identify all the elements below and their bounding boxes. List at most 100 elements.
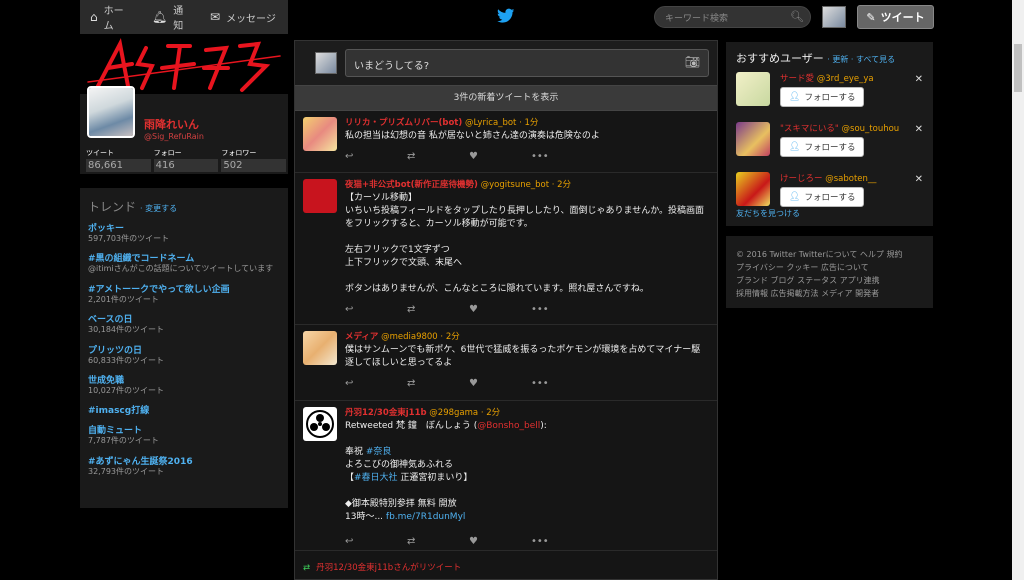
- dismiss-icon[interactable]: ✕: [915, 124, 923, 135]
- tweet-author-handle[interactable]: @Lyrica_bot: [465, 118, 516, 128]
- suggested-user-name[interactable]: けーじろー: [780, 174, 823, 184]
- change-trends-link[interactable]: · 変更する: [140, 204, 177, 213]
- reply-icon[interactable]: ↩: [345, 378, 407, 389]
- trend-item[interactable]: 世成免職 10,027件のツイート: [88, 373, 280, 396]
- new-tweets-bar[interactable]: 3件の新着ツイートを表示: [295, 85, 717, 111]
- footer-line[interactable]: © 2016 Twitter Twitterについて ヘルプ 規約: [736, 248, 923, 261]
- tweet[interactable]: メディア @media9800 · 2分 僕はサンムーンでも新ポケ、6世代で猛威…: [295, 325, 717, 401]
- search-icon[interactable]: 🔍︎: [790, 10, 804, 23]
- trend-item[interactable]: ベースの日 30,184件のツイート: [88, 312, 280, 335]
- tweet-time[interactable]: · 2分: [552, 180, 571, 190]
- tweet-author-name[interactable]: メディア: [345, 332, 378, 342]
- like-icon[interactable]: ♥: [469, 304, 531, 315]
- compose-input[interactable]: いまどうしてる? 📷︎: [345, 49, 709, 77]
- footer-line[interactable]: 採用情報 広告掲載方法 メディア 開発者: [736, 287, 923, 300]
- tweet-avatar[interactable]: [303, 407, 337, 441]
- suggested-user-avatar[interactable]: [736, 172, 770, 206]
- tweet-author-handle[interactable]: @media9800: [381, 332, 438, 342]
- camera-icon[interactable]: 📷︎: [685, 55, 700, 69]
- trend-item[interactable]: #あずにゃん生誕祭2016 32,793件のツイート: [88, 454, 280, 477]
- trend-title[interactable]: 自動ミュート: [88, 423, 280, 436]
- suggested-user-name[interactable]: "スキマにいる": [780, 124, 839, 134]
- stat-tweets[interactable]: ツイート 86,661: [86, 148, 151, 172]
- hashtag-link[interactable]: #奈良: [366, 447, 392, 457]
- nav-messages[interactable]: ✉ メッセージ: [200, 0, 288, 34]
- tweet[interactable]: 丹羽12/30金東j11b @298gama · 2分 Retweeted 梵 …: [295, 401, 717, 551]
- footer-line[interactable]: ブランド ブログ ステータス アプリ連携: [736, 274, 923, 287]
- trend-title[interactable]: プリッツの日: [88, 343, 280, 356]
- stat-followers[interactable]: フォロワー 502: [221, 148, 287, 172]
- trend-title[interactable]: ベースの日: [88, 312, 280, 325]
- hashtag-link[interactable]: #春日大社: [354, 473, 398, 483]
- search-input[interactable]: キーワード検索 🔍︎: [654, 6, 811, 28]
- reply-icon[interactable]: ↩: [345, 151, 407, 162]
- nav-home[interactable]: ⌂ ホーム: [80, 0, 142, 34]
- tweet-avatar[interactable]: [303, 331, 337, 365]
- like-icon[interactable]: ♥: [469, 378, 531, 389]
- trend-title[interactable]: ポッキー: [88, 221, 280, 234]
- tweet-time[interactable]: · 2分: [440, 332, 459, 342]
- follow-button[interactable]: 👤︎ フォローする: [780, 87, 865, 107]
- reply-icon[interactable]: ↩: [345, 536, 407, 547]
- tweet-time[interactable]: · 1分: [519, 118, 538, 128]
- tweet[interactable]: 夜猫+非公式bot(新作正座待機勢) @yogitsune_bot · 2分 【…: [295, 173, 717, 325]
- follow-button[interactable]: 👤︎ フォローする: [780, 137, 865, 157]
- footer-line[interactable]: プライバシー クッキー 広告について: [736, 261, 923, 274]
- dismiss-icon[interactable]: ✕: [915, 74, 923, 85]
- profile-avatar[interactable]: [87, 86, 135, 138]
- dismiss-icon[interactable]: ✕: [915, 174, 923, 185]
- retweet-icon[interactable]: ⇄: [407, 378, 469, 389]
- like-icon[interactable]: ♥: [469, 536, 531, 547]
- trend-item[interactable]: #imascg打線: [88, 403, 280, 416]
- tweet-avatar[interactable]: [303, 117, 337, 151]
- retweet-context-text[interactable]: 丹羽12/30金東j11bさんがリツイート: [316, 563, 461, 573]
- like-icon[interactable]: ♥: [469, 151, 531, 162]
- retweet-icon[interactable]: ⇄: [407, 304, 469, 315]
- trend-title[interactable]: #あずにゃん生誕祭2016: [88, 454, 280, 467]
- reply-icon[interactable]: ↩: [345, 304, 407, 315]
- scrollbar-thumb[interactable]: [1014, 44, 1022, 92]
- trend-title[interactable]: #黒の組織でコードネーム: [88, 251, 280, 264]
- more-icon[interactable]: •••: [531, 378, 593, 389]
- follow-button[interactable]: 👤︎ フォローする: [780, 187, 865, 207]
- nav-notifications[interactable]: 🔔︎ 通知: [142, 0, 200, 34]
- tweet-time[interactable]: · 2分: [481, 408, 500, 418]
- trend-title[interactable]: #アメトーークでやって欲しい企画: [88, 282, 280, 295]
- trend-item[interactable]: ポッキー 597,703件のツイート: [88, 221, 280, 244]
- trend-item[interactable]: プリッツの日 60,833件のツイート: [88, 343, 280, 366]
- profile-banner[interactable]: [80, 34, 288, 94]
- suggested-user-handle[interactable]: @saboten__: [825, 174, 876, 184]
- twitter-bird-icon[interactable]: [497, 8, 515, 24]
- suggested-user-handle[interactable]: @3rd_eye_ya: [817, 74, 874, 84]
- page-scrollbar[interactable]: [1012, 0, 1024, 580]
- trend-item[interactable]: 自動ミュート 7,787件のツイート: [88, 423, 280, 446]
- mention-link[interactable]: @Bonsho_bell: [477, 421, 540, 431]
- tweet-button[interactable]: ✎ ツイート: [857, 5, 934, 29]
- tweet-avatar[interactable]: [303, 179, 337, 213]
- more-icon[interactable]: •••: [531, 536, 593, 547]
- trend-item[interactable]: #黒の組織でコードネーム @itimiさんがこの話題についてツイートしています: [88, 251, 280, 274]
- tweet-author-handle[interactable]: @yogitsune_bot: [481, 180, 549, 190]
- more-icon[interactable]: •••: [531, 304, 593, 315]
- trend-title[interactable]: #imascg打線: [88, 403, 280, 416]
- trend-title[interactable]: 世成免職: [88, 373, 280, 386]
- retweet-icon[interactable]: ⇄: [407, 536, 469, 547]
- refresh-view-all-links[interactable]: · 更新 · すべて見る: [827, 55, 895, 64]
- profile-name[interactable]: 雨降れいん: [144, 116, 199, 132]
- tweet-author-name[interactable]: リリカ・プリズムリバー(bot): [345, 118, 462, 128]
- stat-following[interactable]: フォロー 416: [153, 148, 219, 172]
- tweet[interactable]: リリカ・プリズムリバー(bot) @Lyrica_bot · 1分 私の担当は幻…: [295, 111, 717, 173]
- find-friends-link[interactable]: 友だちを見つける: [736, 208, 800, 219]
- suggested-user-name[interactable]: サード愛: [780, 74, 814, 84]
- retweet-icon[interactable]: ⇄: [407, 151, 469, 162]
- suggested-user-handle[interactable]: @sou_touhou: [842, 124, 900, 134]
- suggested-user-avatar[interactable]: [736, 122, 770, 156]
- more-icon[interactable]: •••: [531, 151, 593, 162]
- url-link[interactable]: fb.me/7R1dunMyl: [386, 512, 466, 522]
- tweet-author-name[interactable]: 夜猫+非公式bot(新作正座待機勢): [345, 180, 478, 190]
- tweet-author-name[interactable]: 丹羽12/30金東j11b: [345, 408, 427, 418]
- tweet-author-handle[interactable]: @298gama: [429, 408, 478, 418]
- suggested-user-avatar[interactable]: [736, 72, 770, 106]
- trend-item[interactable]: #アメトーークでやって欲しい企画 2,201件のツイート: [88, 282, 280, 305]
- user-avatar[interactable]: [822, 6, 846, 28]
